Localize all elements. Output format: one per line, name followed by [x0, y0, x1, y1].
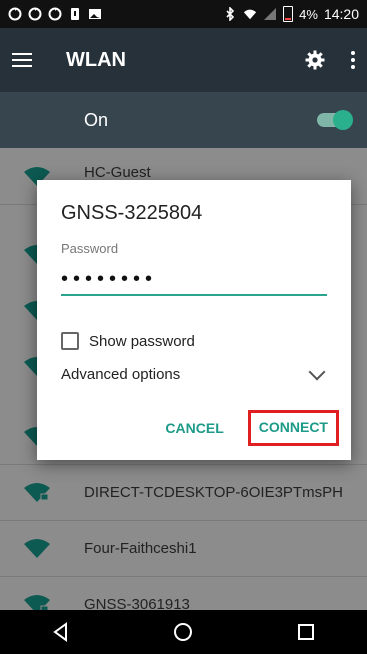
list-item[interactable]: GNSS-3061913	[0, 576, 367, 610]
list-item-label: HC-Guest	[84, 164, 151, 181]
sync-icon	[8, 7, 22, 21]
cancel-button[interactable]: CANCEL	[165, 420, 223, 436]
password-input[interactable]: ••••••••	[61, 264, 327, 296]
recents-icon[interactable]	[295, 621, 317, 643]
wifi-signal-icon	[24, 539, 50, 558]
show-password-row[interactable]: Show password	[61, 332, 327, 350]
gallery-icon	[89, 9, 101, 19]
wlan-toggle-switch[interactable]	[317, 110, 353, 130]
password-label: Password	[61, 241, 119, 256]
battery-percent: 4%	[299, 6, 318, 22]
sync-icon	[28, 7, 42, 21]
bluetooth-icon	[226, 7, 235, 21]
home-icon[interactable]	[172, 621, 194, 643]
list-item[interactable]: Four-Faithceshi1	[0, 520, 367, 576]
sync-icon	[48, 7, 62, 21]
show-password-checkbox[interactable]	[61, 332, 79, 350]
clock: 14:20	[323, 6, 359, 22]
app-bar: WLAN	[0, 28, 367, 92]
battery-icon	[283, 6, 294, 22]
more-icon[interactable]	[351, 51, 355, 69]
advanced-options-label: Advanced options	[61, 366, 181, 383]
navigation-bar	[0, 610, 367, 654]
list-item-label: GNSS-3061913	[84, 595, 190, 611]
settings-icon[interactable]	[305, 50, 325, 70]
connect-highlight: CONNECT	[247, 410, 339, 446]
signal-icon	[264, 8, 277, 20]
chevron-down-icon[interactable]	[308, 363, 326, 380]
status-right: 4% 14:20	[223, 6, 359, 22]
wlan-toggle-bar: On	[0, 92, 367, 148]
wifi-secured-icon	[24, 595, 50, 610]
sim-icon	[71, 8, 79, 20]
status-bar: 4% 14:20	[0, 0, 367, 28]
wifi-icon	[244, 9, 257, 20]
list-item-label: DIRECT-TCDESKTOP-6OIE3PTmsPH	[84, 483, 343, 501]
list-item[interactable]: DIRECT-TCDESKTOP-6OIE3PTmsPH	[0, 464, 367, 520]
status-left-icons	[8, 7, 102, 21]
wifi-secured-icon	[24, 483, 50, 502]
advanced-options-row[interactable]: Advanced options	[61, 363, 327, 383]
back-icon[interactable]	[50, 621, 72, 643]
show-password-label: Show password	[89, 332, 195, 350]
toggle-label: On	[84, 109, 109, 130]
menu-icon[interactable]	[12, 53, 32, 67]
list-item-label: Four-Faithceshi1	[84, 539, 197, 557]
connect-button[interactable]: CONNECT	[259, 419, 328, 435]
page-title: WLAN	[66, 48, 126, 71]
dialog-title: GNSS-3225804	[61, 202, 203, 224]
dialog-actions: CANCEL CONNECT	[165, 410, 339, 446]
wifi-password-dialog: GNSS-3225804 Password •••••••• Show pass…	[37, 180, 351, 460]
